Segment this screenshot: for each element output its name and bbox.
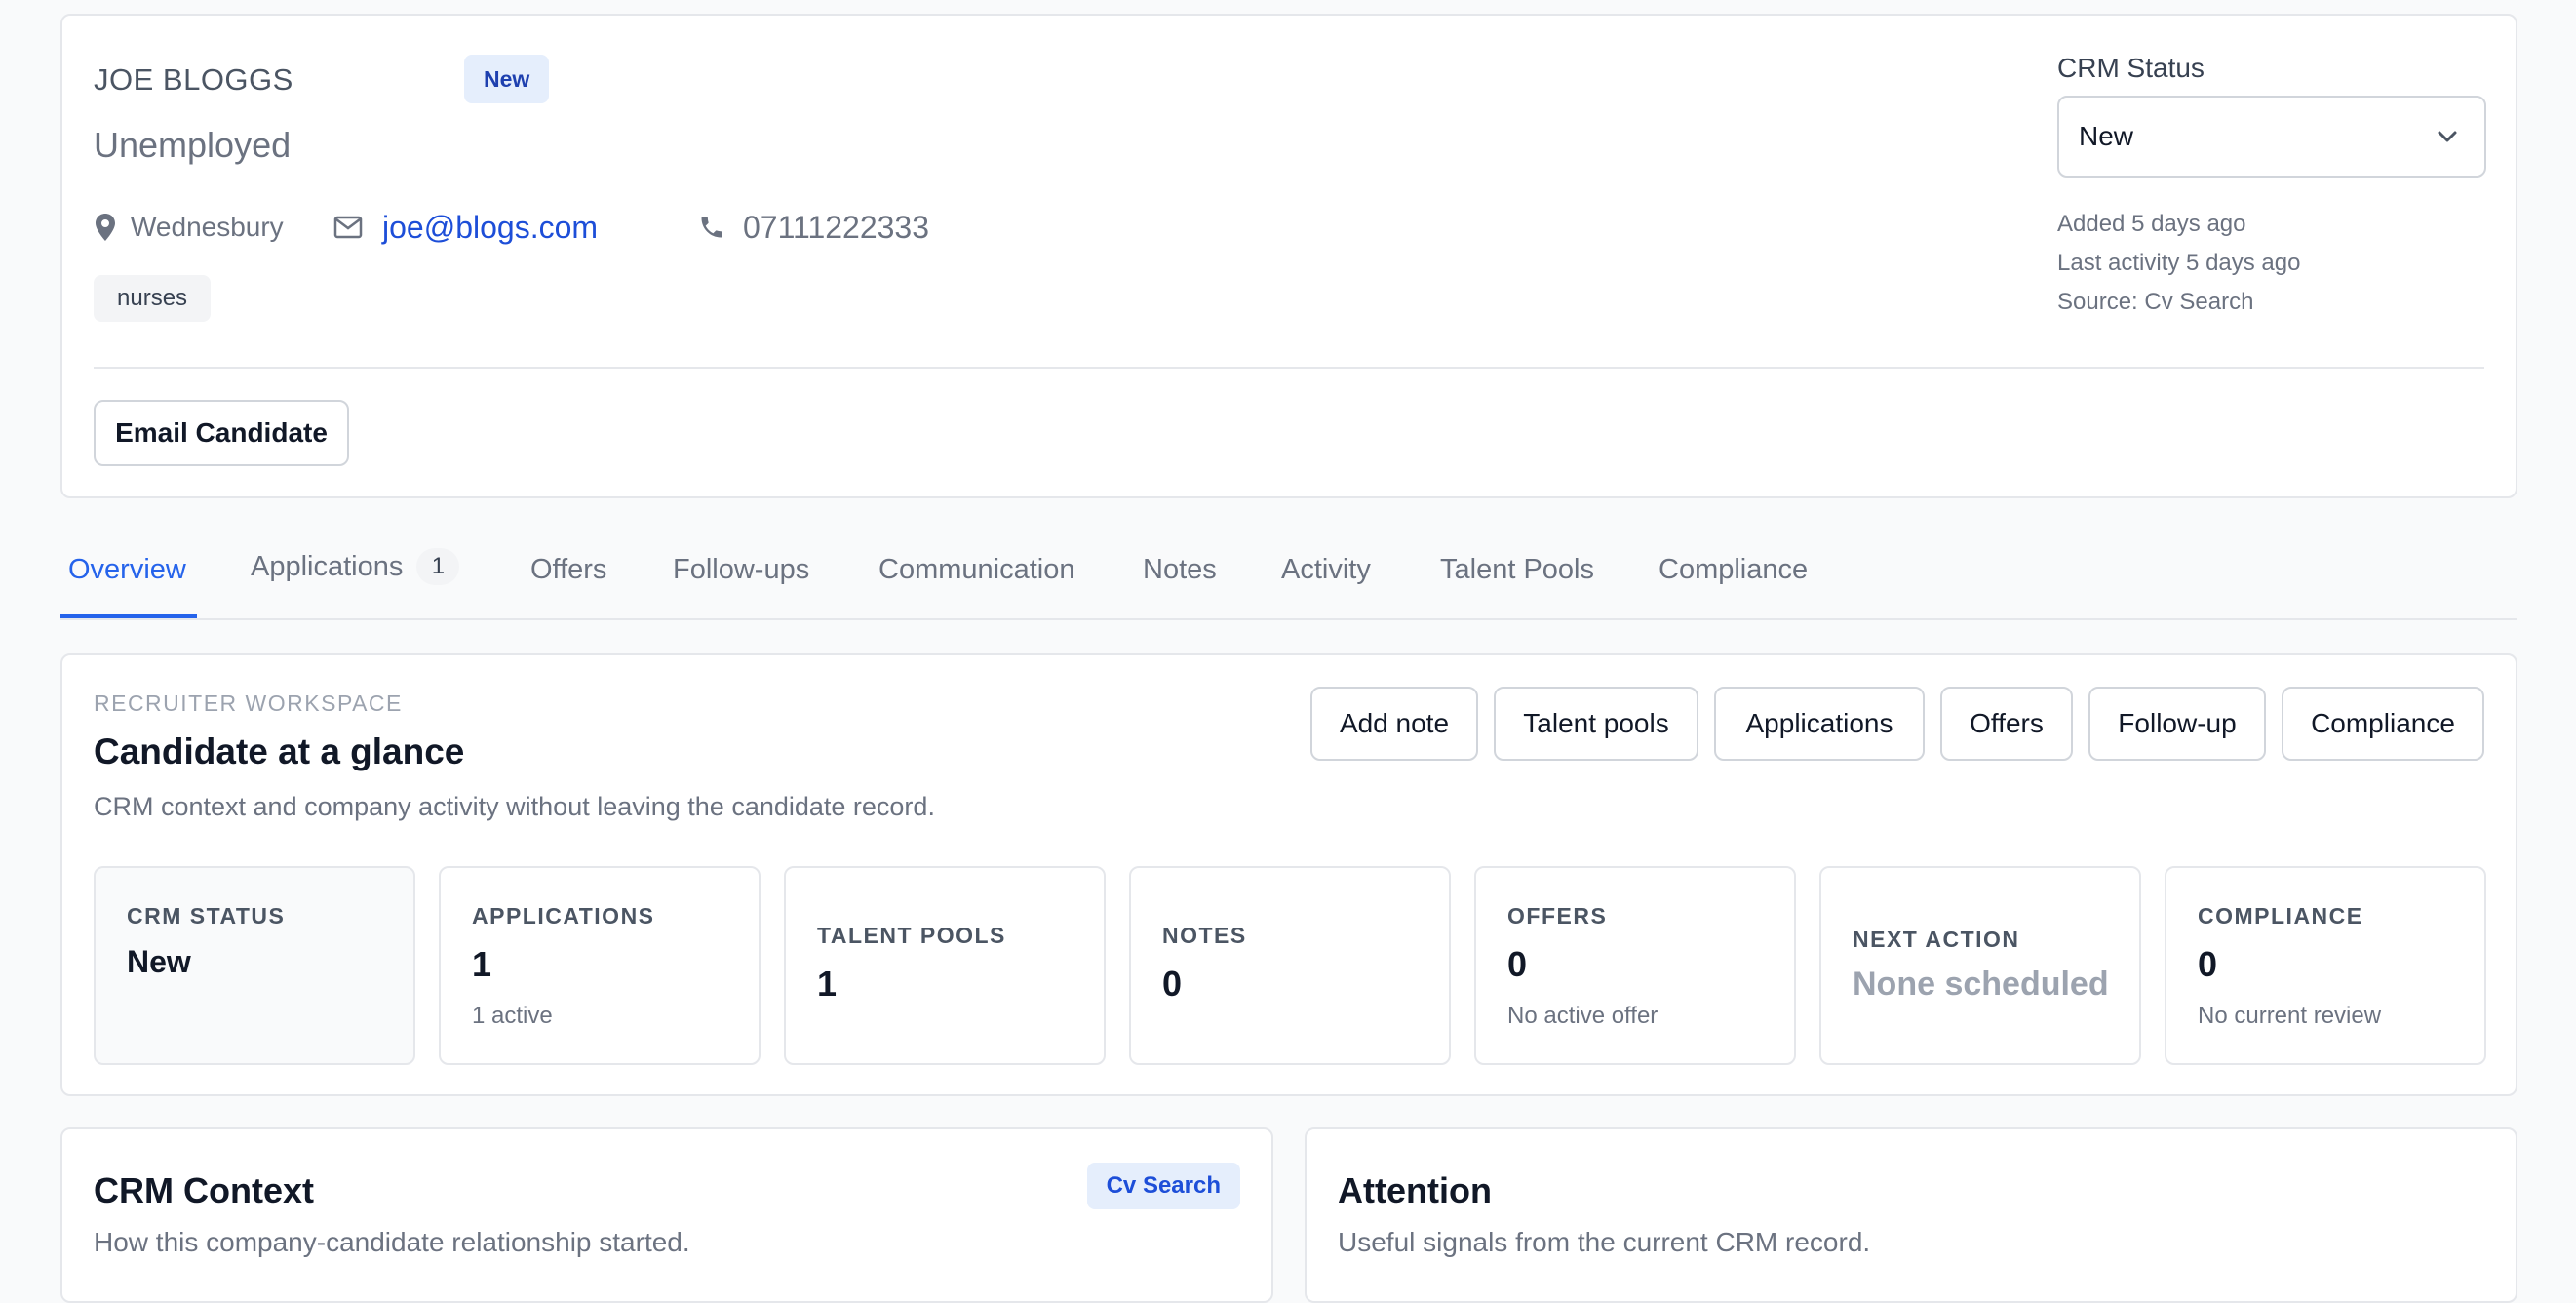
stat-sub: No current review [2198,1003,2382,1029]
crm-context-title: CRM Context [94,1170,314,1210]
stat-card-crm-status: CRM STATUS New [94,866,415,1065]
stat-card-next-action: NEXT ACTION None scheduled [1819,866,2141,1065]
workspace-subtitle: CRM context and company activity without… [94,792,935,821]
tab-offers[interactable]: Offers [530,554,606,586]
compliance-button[interactable]: Compliance [2282,687,2484,761]
tab-communication[interactable]: Communication [878,554,1074,586]
stat-card-talent-pools: TALENT POOLS 1 [784,866,1106,1065]
crm-context-subtitle: How this company-candidate relationship … [94,1227,690,1257]
applications-button[interactable]: Applications [1714,687,1925,761]
tab-label: Activity [1281,554,1371,585]
stat-label: APPLICATIONS [472,903,655,928]
stat-value: None scheduled [1853,966,2109,1003]
email-candidate-button[interactable]: Email Candidate [94,400,349,466]
stat-value: New [127,944,191,979]
attention-title: Attention [1338,1170,1492,1210]
offers-button[interactable]: Offers [1940,687,2073,761]
last-activity-meta: Last activity 5 days ago [2057,250,2301,276]
stat-label: NOTES [1162,923,1247,948]
location-pin-icon [94,213,117,242]
talent-pools-button[interactable]: Talent pools [1494,687,1698,761]
source-badge: Cv Search [1086,1163,1240,1209]
tab-label: Communication [878,554,1075,585]
tab-label: Follow-ups [673,554,810,585]
tab-overview[interactable]: Overview [60,554,197,618]
tab-follow-ups[interactable]: Follow-ups [673,554,809,586]
attention-subtitle: Useful signals from the current CRM reco… [1338,1227,1871,1257]
candidate-name: JOE BLOGGS [94,62,293,97]
stat-card-compliance: COMPLIANCE 0 No current review [2165,866,2486,1065]
add-note-button[interactable]: Add note [1310,687,1478,761]
follow-up-button[interactable]: Follow-up [2088,687,2266,761]
email-row: joe@blogs.com [333,205,598,250]
location-row: Wednesbury [94,205,284,250]
recruiter-workspace-card: RECRUITER WORKSPACE Candidate at a glanc… [60,653,2517,1096]
stat-label: COMPLIANCE [2198,903,2363,928]
stat-sub: 1 active [472,1003,553,1029]
tab-label: Talent Pools [1440,554,1594,585]
candidate-phone: 07111222333 [743,209,930,245]
stat-value: 1 [472,944,492,984]
source-meta: Source: Cv Search [2057,289,2254,315]
tab-label: Offers [530,554,607,585]
candidate-tag[interactable]: nurses [94,275,212,322]
tab-label: Notes [1143,554,1217,585]
stat-value: 1 [817,964,838,1004]
stat-sub: No active offer [1507,1003,1659,1029]
candidate-status-badge: New [464,55,550,103]
crm-status-selected-value: New [2079,121,2134,151]
stat-label: OFFERS [1507,903,1608,928]
tab-talent-pools[interactable]: Talent Pools [1440,554,1594,586]
phone-row: 07111222333 [698,205,929,250]
candidate-role: Unemployed [94,125,292,165]
header-divider [94,367,2484,369]
stat-label: NEXT ACTION [1853,927,2020,952]
candidate-email-link[interactable]: joe@blogs.com [382,210,598,246]
tab-activity[interactable]: Activity [1281,554,1371,586]
attention-card: Attention Useful signals from the curren… [1305,1127,2517,1303]
stat-value: 0 [2198,944,2218,984]
tab-notes[interactable]: Notes [1143,554,1217,586]
stat-value: 0 [1162,964,1183,1004]
stat-label: TALENT POOLS [817,923,1006,948]
candidate-tabs: Overview Applications 1 Offers Follow-ups… [60,527,2517,620]
crm-context-card: CRM Context How this company-candidate r… [60,1127,1273,1303]
tab-label: Overview [68,554,186,585]
added-meta: Added 5 days ago [2057,211,2246,237]
tab-applications[interactable]: Applications 1 [251,548,460,585]
workspace-eyebrow: RECRUITER WORKSPACE [94,691,403,716]
workspace-title: Candidate at a glance [94,731,465,771]
stat-value: 0 [1507,944,1528,984]
applications-count-badge: 1 [416,548,460,585]
phone-icon [698,214,725,241]
tab-compliance[interactable]: Compliance [1659,554,1808,586]
envelope-icon [333,216,363,239]
crm-status-label: CRM Status [2057,53,2205,83]
stat-label: CRM STATUS [127,903,286,928]
tab-label: Applications [251,551,404,582]
active-tab-indicator [60,614,197,618]
tab-label: Compliance [1659,554,1809,585]
stat-card-offers: OFFERS 0 No active offer [1474,866,1796,1065]
stat-card-applications: APPLICATIONS 1 1 active [439,866,761,1065]
candidate-header-card: JOE BLOGGS New Unemployed Wednesbury joe… [60,14,2517,498]
crm-status-select[interactable]: New [2057,96,2486,178]
stat-card-notes: NOTES 0 [1129,866,1451,1065]
candidate-location: Wednesbury [131,212,284,242]
chevron-down-icon [2432,121,2463,152]
